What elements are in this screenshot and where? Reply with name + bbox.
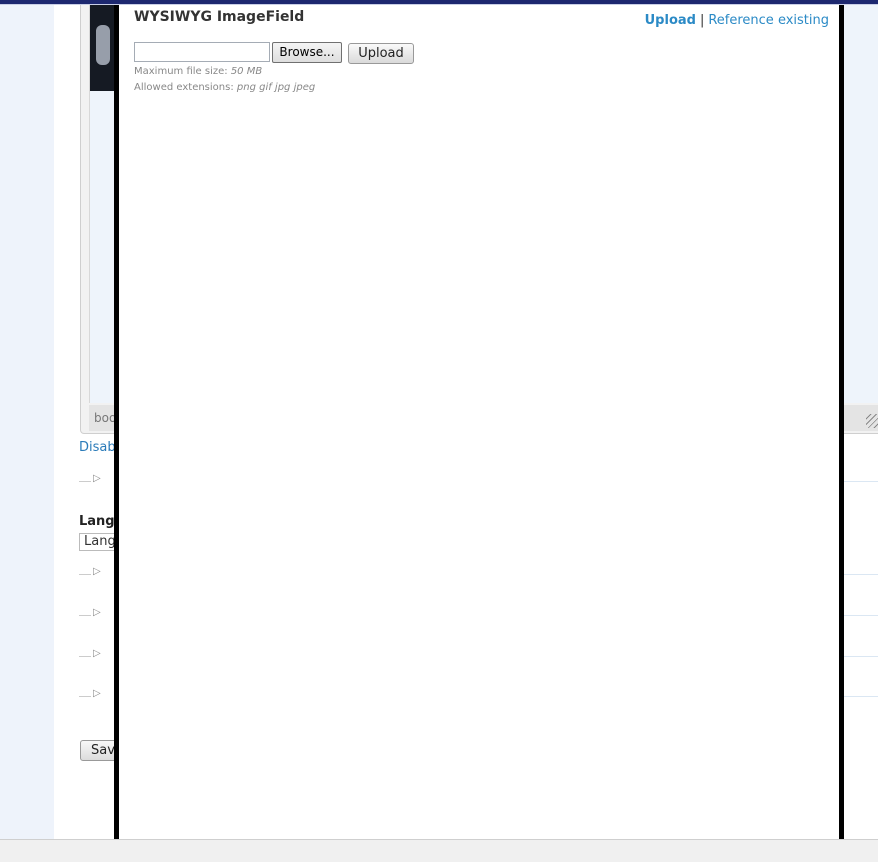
allowed-extensions-label: Allowed extensions:	[134, 82, 234, 93]
tab-upload[interactable]: Upload	[645, 13, 696, 28]
max-file-size-value: 50 MB	[230, 66, 263, 77]
browse-button[interactable]: Browse...	[272, 42, 342, 63]
tab-reference-existing[interactable]: Reference existing	[708, 13, 829, 28]
max-file-size-label: Maximum file size:	[134, 66, 228, 77]
expand-arrow-icon: ▷	[93, 688, 101, 699]
allowed-extensions-description: Allowed extensions: png gif jpg jpeg	[134, 82, 315, 93]
language-label: Lang	[79, 514, 115, 529]
browser-status-bar	[0, 839, 878, 862]
file-path-input[interactable]	[134, 42, 270, 62]
expand-arrow-icon: ▷	[93, 648, 101, 659]
dialog-tabs: Upload | Reference existing	[645, 13, 829, 28]
tab-separator: |	[699, 13, 705, 28]
dialog-title: WYSIWYG ImageField	[134, 9, 305, 25]
expand-arrow-icon: ▷	[93, 473, 101, 484]
image-upload-dialog: WYSIWYG ImageField Upload | Reference exis…	[114, 5, 844, 839]
expand-arrow-icon: ▷	[93, 566, 101, 577]
upload-button[interactable]: Upload	[348, 43, 414, 64]
max-file-size-description: Maximum file size: 50 MB	[134, 66, 262, 77]
resize-grip-icon[interactable]	[866, 414, 878, 428]
allowed-extensions-value: png gif jpg jpeg	[236, 82, 316, 93]
editor-status-path[interactable]: boo	[94, 411, 116, 425]
disable-editor-link[interactable]: Disab	[79, 440, 116, 455]
expand-arrow-icon: ▷	[93, 607, 101, 618]
editor-image-thumbnail[interactable]	[90, 5, 116, 91]
